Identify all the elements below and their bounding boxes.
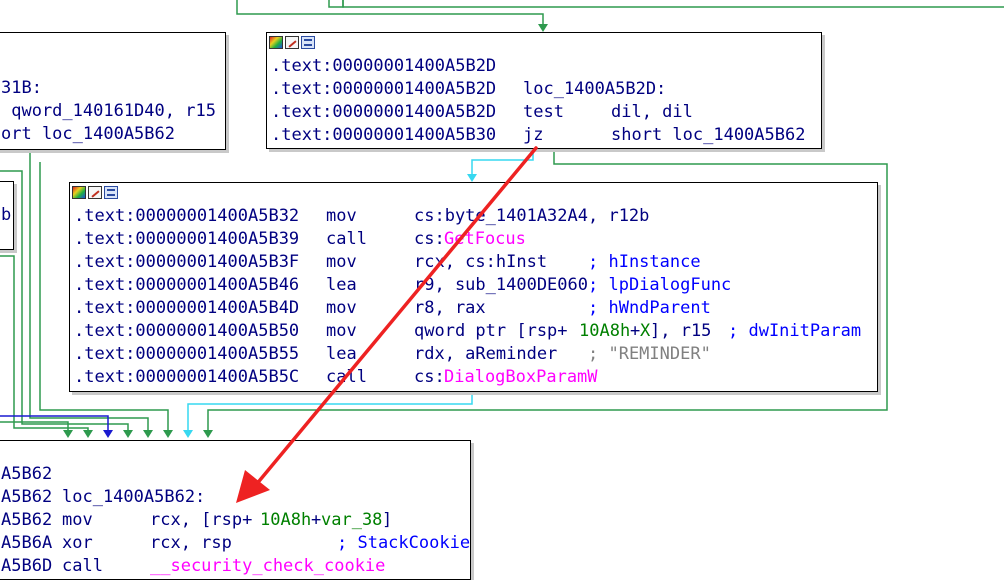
edit-node-icon[interactable]	[88, 185, 102, 199]
label-loc-1400A5B2D[interactable]: loc_1400A5B2D:	[523, 78, 666, 101]
node-window-icon[interactable]	[301, 35, 315, 49]
node-loc-1400A5B62[interactable]: A5B62 A5B62 loc_1400A5B62: A5B62 mov rcx…	[0, 440, 471, 580]
edge-top-to-middle-cyan	[471, 149, 534, 176]
arrowhead-b3	[103, 430, 113, 438]
code-line: A5B62 loc_1400A5B62:	[1, 487, 206, 507]
arrowhead-middle	[467, 174, 477, 182]
arrowhead-b6	[163, 430, 173, 438]
arrowhead-b8	[203, 430, 213, 438]
node-window-icon[interactable]	[104, 185, 118, 199]
node-header	[0, 441, 470, 461]
graph-color-icon[interactable]	[72, 185, 86, 199]
code-line: A5B6A xor rcx, rsp ; StackCookie	[1, 533, 471, 553]
edge-long-right-down	[342, 0, 1004, 8]
code-line: .text:00000001400A5B50 mov qword ptr [rs…	[74, 321, 862, 341]
left-node-top[interactable]: 31B: qword_140161D40, r15 ort loc_1400A5…	[0, 32, 226, 150]
edge-middle-to-bottom-cyan	[187, 392, 473, 434]
node-header	[267, 33, 821, 51]
arrowhead-b2	[83, 430, 93, 438]
code-line: .text:00000001400A5B32 mov cs:byte_1401A…	[74, 206, 650, 226]
jump-target-loc-1400A5B62[interactable]: short loc_1400A5B62	[611, 124, 805, 147]
code-line: .text:00000001400A5B4D mov r8, rax ; hWn…	[74, 298, 711, 318]
node-loc-1400A5B2D[interactable]: .text:00000001400A5B2D .text:00000001400…	[266, 32, 822, 149]
left-node-mid[interactable]: b	[0, 181, 14, 250]
code-line: .text:00000001400A5B5C call cs: DialogBo…	[74, 367, 598, 387]
edge-into-top-node	[236, 0, 544, 30]
graph-color-icon[interactable]	[269, 35, 283, 49]
arrowhead-top	[538, 24, 548, 32]
code-line: A5B6D call __security_check_cookie	[1, 556, 386, 576]
code-line: .text:00000001400A5B39 call cs: GetFocus	[74, 229, 526, 249]
code-line: .text:00000001400A5B2D loc_1400A5B2D:	[271, 79, 667, 99]
code-line: .text:00000001400A5B2D test dil, dil	[271, 102, 693, 122]
code-line: .text:00000001400A5B55 lea rdx, aReminde…	[74, 344, 711, 364]
code-line: .text:00000001400A5B30 jz short loc_1400…	[271, 125, 806, 145]
import-getfocus[interactable]: GetFocus	[444, 228, 526, 251]
label-loc-1400A5B62[interactable]: loc_1400A5B62:	[62, 486, 205, 509]
import-dialogboxparamw[interactable]: DialogBoxParamW	[444, 366, 598, 389]
arrowhead-b5	[143, 430, 153, 438]
node-reminder-dialog[interactable]: .text:00000001400A5B32 mov cs:byte_1401A…	[69, 182, 878, 392]
node-header	[70, 183, 877, 201]
code-line: .text:00000001400A5B2D	[271, 56, 497, 76]
code-line: A5B62	[1, 464, 53, 484]
arrowhead-b7	[183, 430, 193, 438]
code-line: A5B62 mov rcx, [rsp+ 10A8h + var_38 ]	[1, 510, 393, 530]
edit-node-icon[interactable]	[285, 35, 299, 49]
arrowhead-b4	[123, 430, 133, 438]
edge-top-left-stub	[328, 0, 344, 8]
code-line: .text:00000001400A5B3F mov rcx, cs:hInst…	[74, 252, 701, 272]
code-line: .text:00000001400A5B46 lea r9, sub_1400D…	[74, 275, 732, 295]
arrowhead-b1	[63, 430, 73, 438]
